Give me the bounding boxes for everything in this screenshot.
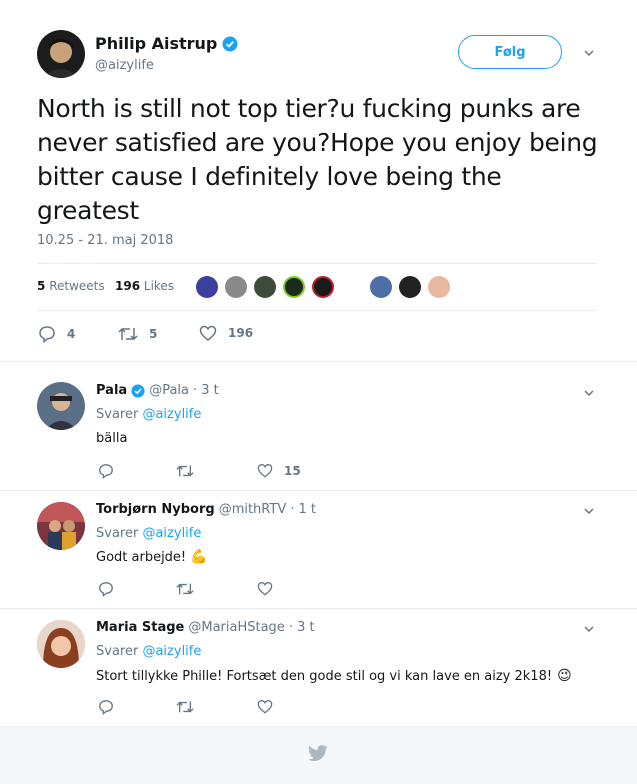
retweet-icon xyxy=(176,583,194,595)
replying-to-prefix: Svarer xyxy=(96,407,139,422)
reply-icon xyxy=(99,582,113,597)
retweet-count: 5 xyxy=(37,279,46,293)
replying-to: Svarer @aizylife xyxy=(96,526,201,541)
heart-icon xyxy=(257,700,273,714)
heart-icon xyxy=(257,464,273,478)
liker-avatar[interactable] xyxy=(312,276,334,298)
author-name[interactable]: Philip Aistrup xyxy=(95,34,217,53)
twitter-bird-icon[interactable] xyxy=(307,745,329,763)
reply-like-count: 15 xyxy=(284,463,301,478)
footer xyxy=(0,726,637,784)
reply-time[interactable]: · 3 t xyxy=(289,620,315,635)
author-avatar-image xyxy=(43,38,79,78)
chevron-down-icon[interactable] xyxy=(584,48,594,58)
chevron-down-icon[interactable] xyxy=(584,388,594,398)
retweet-button[interactable]: 5 xyxy=(118,325,157,343)
divider xyxy=(0,361,637,362)
reply-avatar-image xyxy=(45,393,77,430)
reply-author-name[interactable]: Maria Stage xyxy=(96,620,184,635)
replying-to: Svarer @aizylife xyxy=(96,407,201,422)
reply-text: bälla xyxy=(96,431,128,446)
heart-icon xyxy=(257,582,273,596)
like-count: 196 xyxy=(115,279,141,293)
liker-avatar[interactable] xyxy=(254,276,276,298)
retweet-button[interactable] xyxy=(176,463,194,479)
tweet-timestamp[interactable]: 10.25 - 21. maj 2018 xyxy=(37,233,173,248)
retweet-icon xyxy=(176,701,194,713)
reply-icon xyxy=(99,464,113,479)
liker-avatar[interactable] xyxy=(196,276,218,298)
like-stats[interactable]: 196 Likes xyxy=(115,279,174,293)
like-action-count: 196 xyxy=(228,326,254,340)
divider xyxy=(0,608,637,609)
like-button[interactable] xyxy=(257,581,273,596)
reply-avatar-image xyxy=(37,620,85,668)
reply-button[interactable] xyxy=(98,463,114,479)
replying-to-link[interactable]: @aizylife xyxy=(142,407,201,422)
winking-face-emoji: 😉 xyxy=(557,668,572,684)
replying-to-link[interactable]: @aizylife xyxy=(142,526,201,541)
liker-avatar[interactable] xyxy=(370,276,392,298)
like-button[interactable] xyxy=(257,699,273,714)
reply-avatar-image xyxy=(37,502,85,550)
like-label: Likes xyxy=(143,279,175,293)
liker-avatar[interactable] xyxy=(428,276,450,298)
reply-author-handle[interactable]: @mithRTV xyxy=(219,502,287,517)
liker-avatar[interactable] xyxy=(399,276,421,298)
reply-button[interactable] xyxy=(98,699,114,715)
retweet-stats[interactable]: 5 Retweets xyxy=(37,279,105,293)
retweet-button[interactable] xyxy=(176,581,194,597)
retweet-button[interactable] xyxy=(176,699,194,715)
divider xyxy=(37,310,597,311)
divider xyxy=(0,490,637,491)
replying-to-prefix: Svarer xyxy=(96,526,139,541)
flexed-biceps-emoji: 💪 xyxy=(190,549,208,565)
tweet-text: North is still not top tier?u fucking pu… xyxy=(37,94,598,225)
reply-text-row: Godt arbejde! 💪 xyxy=(96,549,208,565)
retweet-label: Retweets xyxy=(49,279,105,293)
retweet-icon xyxy=(176,465,194,477)
chevron-down-icon[interactable] xyxy=(584,624,594,634)
reply-text-row: Stort tillykke Phille! Fortsæt den gode … xyxy=(96,668,572,684)
liker-avatar[interactable] xyxy=(283,276,305,298)
replying-to-link[interactable]: @aizylife xyxy=(142,644,201,659)
verified-badge-icon xyxy=(131,383,145,398)
reply-time[interactable]: · 3 t xyxy=(193,383,219,398)
reply-avatar[interactable] xyxy=(37,502,85,550)
replying-to: Svarer @aizylife xyxy=(96,644,201,659)
reply-time[interactable]: · 1 t xyxy=(290,502,316,517)
reply-author-name[interactable]: Pala xyxy=(96,383,127,398)
reply-count: 4 xyxy=(67,327,76,341)
reply-author-handle[interactable]: @MariaHStage xyxy=(188,620,284,635)
follow-button[interactable]: Følg xyxy=(458,35,562,69)
reply-avatar[interactable] xyxy=(37,620,85,668)
reply-icon xyxy=(39,326,55,343)
liker-avatar[interactable] xyxy=(225,276,247,298)
like-button[interactable]: 196 xyxy=(199,325,253,341)
retweet-action-count: 5 xyxy=(149,327,158,341)
replying-to-prefix: Svarer xyxy=(96,644,139,659)
chevron-down-icon[interactable] xyxy=(584,506,594,516)
retweet-icon xyxy=(118,327,138,341)
reply-author-handle[interactable]: @Pala xyxy=(149,383,189,398)
reply-text: Stort tillykke Phille! Fortsæt den gode … xyxy=(96,668,553,684)
reply-avatar[interactable] xyxy=(37,382,85,430)
verified-badge-icon xyxy=(222,36,238,51)
reply-button[interactable]: 4 xyxy=(38,325,75,343)
reply-author-name[interactable]: Torbjørn Nyborg xyxy=(96,502,215,517)
author-avatar[interactable] xyxy=(37,30,85,78)
author-handle[interactable]: @aizylife xyxy=(95,58,154,73)
reply-icon xyxy=(99,700,113,715)
heart-icon xyxy=(199,325,217,341)
reply-text: Godt arbejde! xyxy=(96,549,187,565)
divider xyxy=(37,263,597,264)
like-button[interactable]: 15 xyxy=(257,463,301,478)
reply-button[interactable] xyxy=(98,581,114,597)
